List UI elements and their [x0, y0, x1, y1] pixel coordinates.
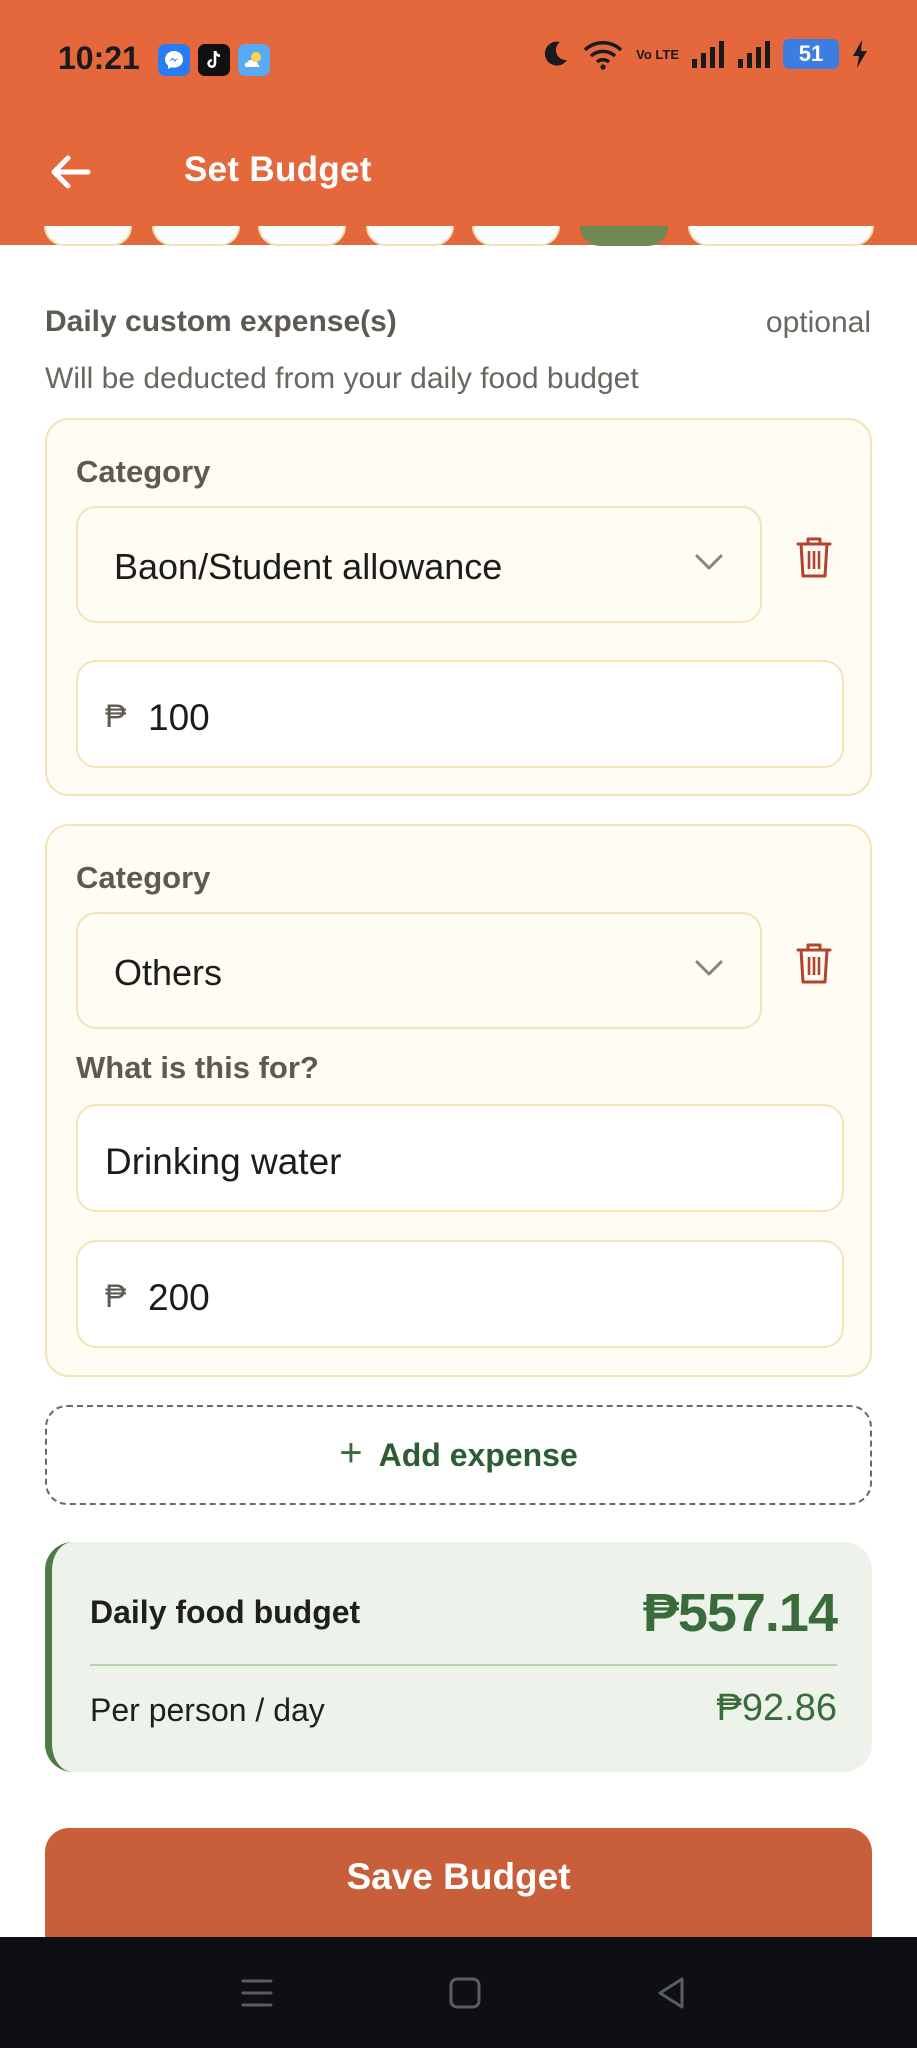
tiktok-icon: [198, 44, 230, 76]
option-chip-selected[interactable]: [580, 226, 668, 246]
chevron-down-icon: [695, 960, 723, 976]
messenger-icon: [158, 44, 190, 76]
save-budget-button[interactable]: Save Budget: [45, 1828, 872, 1948]
peso-prefix: ₱: [105, 698, 127, 734]
status-indicators: Vo LTE 51: [540, 38, 869, 70]
battery-indicator: 51: [783, 39, 839, 69]
per-person-label: Per person / day: [90, 1692, 325, 1728]
status-time: 10:21: [58, 40, 140, 76]
per-person-value: ₱92.86: [716, 1687, 837, 1729]
option-chip[interactable]: [688, 226, 874, 246]
category-select[interactable]: Others: [76, 912, 762, 1029]
section-subtext: Will be deducted from your daily food bu…: [45, 362, 639, 395]
purpose-value: Drinking water: [105, 1141, 342, 1182]
volte-indicator: Vo LTE: [636, 46, 679, 62]
option-chip[interactable]: [258, 226, 346, 246]
add-expense-button[interactable]: + Add expense: [45, 1405, 872, 1505]
category-select[interactable]: Baon/Student allowance: [76, 506, 762, 623]
back-arrow-icon[interactable]: [46, 148, 94, 196]
trash-icon[interactable]: [795, 941, 833, 985]
chevron-down-icon: [695, 554, 723, 570]
system-nav-bar: [0, 1937, 917, 2048]
category-value: Baon/Student allowance: [114, 546, 503, 587]
optional-label: optional: [765, 306, 871, 339]
notification-icons: [158, 44, 270, 76]
moon-icon: [545, 41, 568, 66]
option-chip[interactable]: [472, 226, 560, 246]
signal-icon-2: [738, 41, 770, 68]
option-chip[interactable]: [366, 226, 454, 246]
expense-card-2: Category Others What is this for? Drinki…: [45, 824, 872, 1377]
amount-value: 200: [148, 1277, 210, 1318]
menu-icon[interactable]: [237, 1973, 277, 2013]
wifi-icon: [583, 41, 623, 70]
expense-card-1: Category Baon/Student allowance ₱ 100: [45, 418, 872, 796]
save-budget-label: Save Budget: [346, 1856, 571, 1897]
signal-icon: [692, 41, 724, 68]
home-icon[interactable]: [445, 1973, 485, 2013]
peso-prefix: ₱: [105, 1278, 127, 1314]
plus-icon: +: [339, 1430, 363, 1475]
option-chip[interactable]: [44, 226, 132, 246]
status-bar: 10:21 Vo LTE 51: [0, 0, 917, 120]
amount-value: 100: [148, 697, 210, 738]
app-header: 10:21 Vo LTE 51 Set Budget: [0, 0, 917, 245]
purpose-input[interactable]: Drinking water: [76, 1104, 844, 1212]
scrolled-chip-row: [44, 226, 874, 264]
budget-summary-card: Daily food budget ₱557.14 Per person / d…: [45, 1542, 872, 1772]
daily-budget-value: ₱557.14: [642, 1583, 838, 1643]
category-label: Category: [76, 454, 211, 489]
trash-icon[interactable]: [795, 535, 833, 579]
amount-input[interactable]: ₱ 100: [76, 660, 844, 768]
purpose-label: What is this for?: [76, 1050, 319, 1085]
page-title: Set Budget: [184, 150, 372, 189]
charging-icon: [853, 40, 867, 68]
section-label: Daily custom expense(s): [45, 305, 397, 338]
add-expense-label: Add expense: [378, 1436, 578, 1473]
category-value: Others: [114, 952, 223, 993]
option-chip[interactable]: [152, 226, 240, 246]
back-icon[interactable]: [652, 1973, 692, 2013]
daily-budget-label: Daily food budget: [90, 1594, 361, 1630]
amount-input[interactable]: ₱ 200: [76, 1240, 844, 1348]
weather-icon: [238, 44, 270, 76]
summary-divider: [90, 1664, 837, 1666]
category-label: Category: [76, 860, 211, 895]
